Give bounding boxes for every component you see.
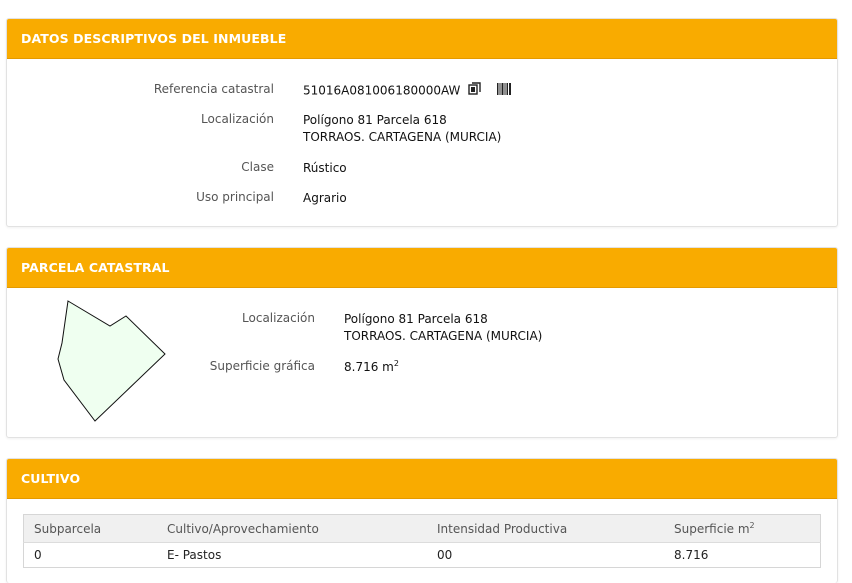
uso-value: Agrario bbox=[303, 191, 347, 205]
cell-intensidad: 00 bbox=[437, 548, 453, 562]
localizacion-label: Localización bbox=[201, 112, 274, 126]
parcela-localizacion-value: Polígono 81 Parcela 618 TORRAOS. CARTAGE… bbox=[344, 311, 542, 345]
parcela-localizacion-label: Localización bbox=[242, 311, 315, 325]
clase-value: Rústico bbox=[303, 161, 347, 175]
cultivo-table: Subparcela Cultivo/Aprovechamiento Inten… bbox=[23, 514, 821, 568]
parcela-catastral-panel: PARCELA CATASTRAL Localización Polígono … bbox=[6, 247, 838, 438]
superficie-label: Superficie gráfica bbox=[209, 359, 315, 373]
col-subparcela: Subparcela bbox=[23, 514, 157, 543]
parcela-panel-title: PARCELA CATASTRAL bbox=[7, 248, 837, 288]
uso-label: Uso principal bbox=[196, 190, 274, 204]
parcela-localizacion-line1: Polígono 81 Parcela 618 bbox=[344, 312, 488, 326]
cell-superficie: 8.716 bbox=[674, 548, 709, 562]
superficie-value: 8.716 m2 bbox=[344, 359, 399, 375]
referencia-icons bbox=[468, 82, 512, 100]
localizacion-value: Polígono 81 Parcela 618 TORRAOS. CARTAGE… bbox=[303, 112, 501, 146]
cultivo-panel: CULTIVO Subparcela Cultivo/Aprovechamien… bbox=[6, 458, 838, 583]
col-intensidad: Intensidad Productiva bbox=[427, 514, 664, 543]
cell-cultivo: E- Pastos bbox=[167, 548, 222, 562]
copy-icon[interactable] bbox=[468, 82, 481, 100]
barcode-icon[interactable] bbox=[497, 82, 512, 100]
col-superficie: Superficie m2 bbox=[664, 514, 821, 543]
clase-label: Clase bbox=[241, 160, 274, 174]
referencia-value[interactable]: 51016A081006180000AW bbox=[303, 84, 460, 98]
table-row: 0 E- Pastos 00 8.716 bbox=[24, 543, 821, 568]
cultivo-header-row: Subparcela Cultivo/Aprovechamiento Inten… bbox=[23, 514, 821, 543]
cultivo-panel-title: CULTIVO bbox=[7, 459, 837, 499]
parcel-shape bbox=[57, 300, 166, 422]
referencia-label: Referencia catastral bbox=[153, 82, 274, 96]
localizacion-line2: TORRAOS. CARTAGENA (MURCIA) bbox=[303, 130, 502, 144]
parcel-map[interactable] bbox=[7, 288, 187, 428]
localizacion-line1: Polígono 81 Parcela 618 bbox=[303, 113, 447, 127]
cell-subparcela: 0 bbox=[34, 548, 42, 562]
col-cultivo: Cultivo/Aprovechamiento bbox=[157, 514, 427, 543]
datos-descriptivos-panel: DATOS DESCRIPTIVOS DEL INMUEBLE Referenc… bbox=[6, 18, 838, 227]
referencia-value-wrap: 51016A081006180000AW bbox=[303, 82, 512, 100]
datos-panel-title: DATOS DESCRIPTIVOS DEL INMUEBLE bbox=[7, 19, 837, 59]
parcela-localizacion-line2: TORRAOS. CARTAGENA (MURCIA) bbox=[344, 329, 543, 343]
